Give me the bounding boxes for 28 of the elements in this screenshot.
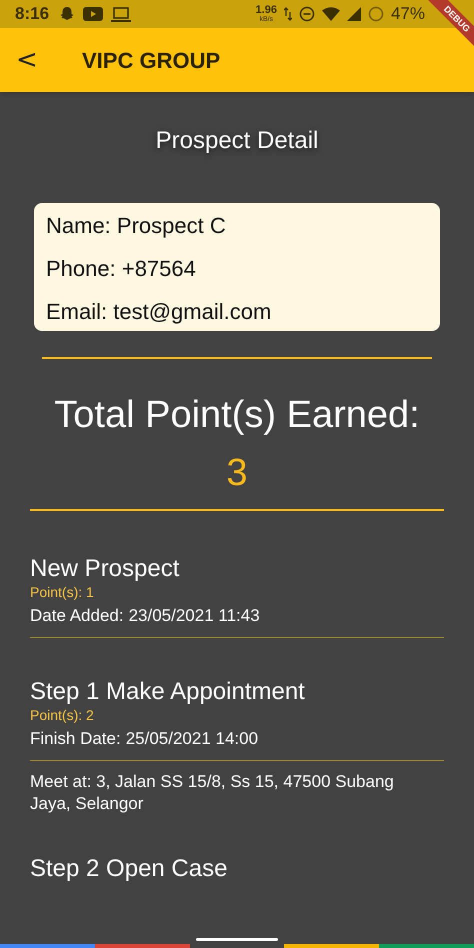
wifi-icon: [322, 7, 340, 21]
step-title: Step 1 Make Appointment: [30, 678, 306, 706]
contact-detail: Phone: +87564: [46, 256, 197, 282]
do-not-disturb-icon: [298, 6, 315, 22]
battery-level: 47%: [390, 3, 425, 26]
date-value: 25/05/2021 14:00: [126, 728, 258, 750]
date-label: Finish Date:: [30, 728, 121, 750]
back-button[interactable]: <: [16, 47, 36, 73]
page-title: Prospect Detail: [154, 126, 320, 156]
date-label: Date Added:: [30, 605, 124, 627]
contact-detail: Name: Prospect C: [46, 213, 227, 239]
total-label: Total Point(s) Earned:: [53, 393, 421, 437]
transfer-icon: [284, 7, 292, 21]
step-title: Step 2 Open Case: [30, 855, 228, 883]
step-points: Point(s): 1: [30, 583, 95, 601]
network-speed: 1.96: [256, 5, 277, 16]
step-title: New Prospect: [30, 555, 180, 583]
meeting-location: Meet at: 3, Jalan SS 15/8, Ss 15, 47500 Subang Jaya, Selangor: [30, 771, 395, 815]
contact-detail: Email: test@gmail.com: [46, 299, 272, 325]
signal-icon: [346, 7, 361, 21]
app-title: VIPC GROUP: [82, 46, 220, 74]
step-points: Point(s): 2: [30, 706, 95, 724]
status-time: 8:16: [15, 3, 50, 26]
laptop-icon: [111, 6, 132, 22]
ghost-icon: [59, 6, 76, 22]
total-points: 3: [225, 451, 249, 495]
date-value: 23/05/2021 11:43: [128, 605, 260, 627]
play-icon: [83, 7, 104, 21]
